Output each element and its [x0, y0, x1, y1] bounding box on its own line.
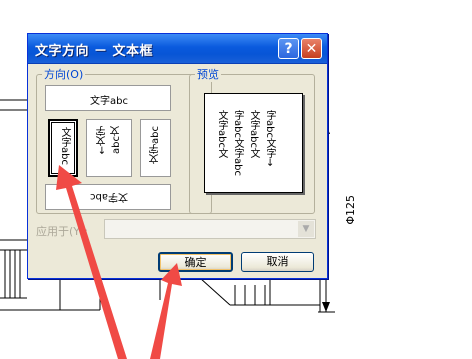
- help-icon: ?: [284, 41, 293, 57]
- option-label: 文字abc: [59, 127, 70, 165]
- option-label: ←文字: [97, 126, 108, 155]
- dialog-title: 文字方向 － 文本框: [35, 44, 154, 59]
- cancel-button[interactable]: 取消: [241, 252, 314, 272]
- preview-column: 字abc文字→: [264, 110, 275, 167]
- orientation-option-vertical-selected[interactable]: 文字abc: [48, 119, 78, 177]
- preview-column: 字abc文字abc: [232, 110, 243, 176]
- orientation-option-vertical-rotated[interactable]: 文字abc: [140, 119, 171, 177]
- orientation-label: 方向(O): [42, 66, 86, 82]
- close-icon: ✕: [305, 41, 318, 57]
- option-label: 文字abc: [150, 126, 161, 164]
- preview-box: 文字abc文 字abc文字abc 文字abc文 字abc文字→: [204, 93, 303, 193]
- option-label: 文字abc: [90, 96, 128, 107]
- ok-button[interactable]: 确定: [158, 252, 233, 272]
- chevron-down-icon[interactable]: ▼: [298, 221, 314, 237]
- option-label: abc文: [111, 126, 122, 154]
- help-button[interactable]: ?: [278, 38, 299, 59]
- orientation-option-horizontal-bottom[interactable]: 文字abc: [45, 184, 171, 210]
- preview-group: 预览 文字abc文 字abc文字abc 文字abc文 字abc文字→: [189, 66, 315, 214]
- apply-to-select[interactable]: ▼: [104, 219, 316, 239]
- orientation-option-horizontal-top[interactable]: 文字abc: [45, 85, 171, 111]
- orientation-option-vertical-reverse[interactable]: ←文字 abc文: [86, 119, 132, 177]
- preview-label: 预览: [195, 66, 221, 82]
- option-label: 文字abc: [90, 191, 128, 202]
- dimension-label: Φ125: [344, 195, 357, 225]
- preview-column: 文字abc文: [248, 110, 259, 158]
- title-bar[interactable]: 文字方向 － 文本框 ? ✕: [28, 34, 327, 64]
- preview-column: 文字abc文: [216, 110, 227, 158]
- orientation-group: 方向(O) 文字abc 文字abc ←文字 abc文 文字abc 文字abc: [36, 66, 212, 214]
- apply-to-label: 应用于(Y):: [36, 225, 89, 238]
- text-direction-dialog: 文字方向 － 文本框 ? ✕ 方向(O) 文字abc 文字abc ←文字 abc…: [27, 33, 328, 279]
- close-button[interactable]: ✕: [301, 38, 322, 59]
